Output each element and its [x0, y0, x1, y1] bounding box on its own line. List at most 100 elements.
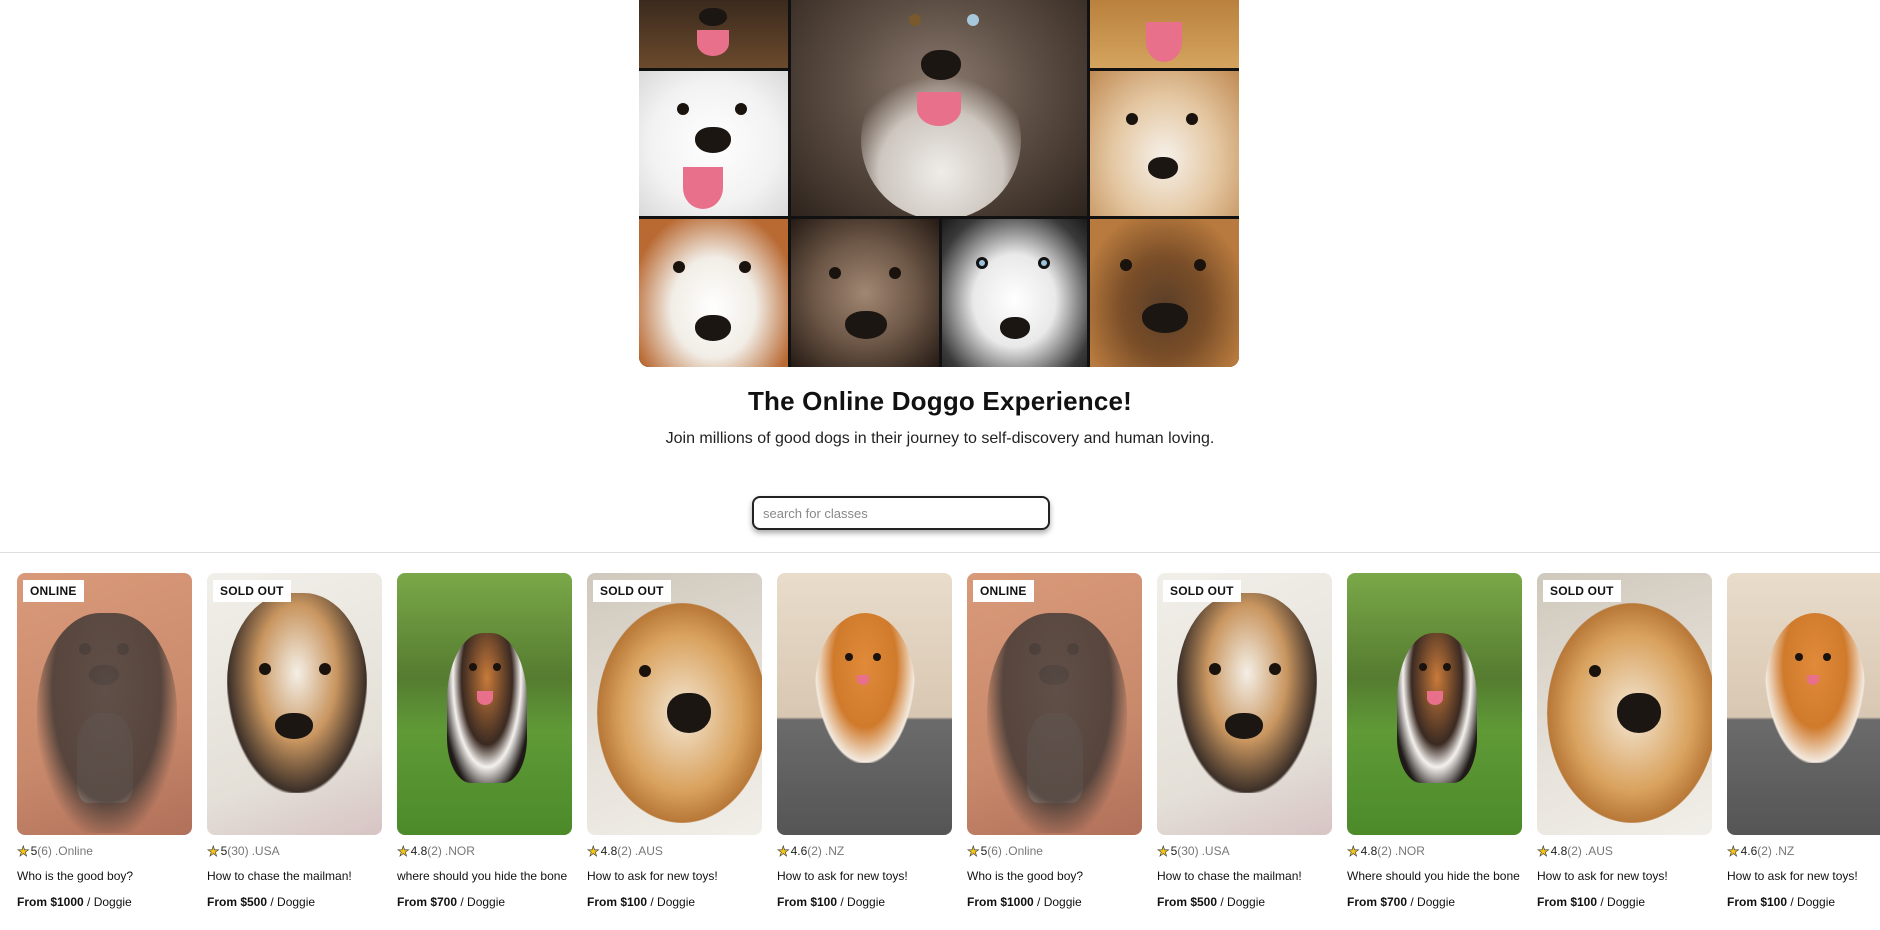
class-card[interactable]: ONLINE ★ 5 (6) .Online Who is the good b…: [967, 573, 1142, 909]
card-title[interactable]: Who is the good boy?: [967, 869, 1142, 884]
card-location: .NZ: [824, 844, 845, 858]
price-value: From $100: [587, 895, 648, 909]
price-unit: / Doggie: [1787, 895, 1836, 909]
card-title[interactable]: Who is the good boy?: [17, 869, 192, 884]
card-rating: ★ 4.6 (2) .NZ: [777, 842, 952, 859]
rating-value: 5: [30, 844, 38, 858]
dog-photo: [639, 219, 788, 367]
card-photo[interactable]: SOLD OUT: [1157, 573, 1332, 835]
card-title[interactable]: How to ask for new toys!: [587, 869, 762, 884]
card-location: .NOR: [1394, 844, 1425, 858]
price-value: From $500: [207, 895, 268, 909]
card-title[interactable]: Where should you hide the bone: [1347, 869, 1522, 884]
card-rating: ★ 4.8 (2) .NOR: [1347, 842, 1522, 859]
card-price: From $700 / Doggie: [397, 895, 572, 909]
price-unit: / Doggie: [1597, 895, 1646, 909]
dog-photo: [1090, 219, 1239, 367]
price-unit: / Doggie: [837, 895, 886, 909]
card-price: From $700 / Doggie: [1347, 895, 1522, 909]
star-icon: ★: [587, 842, 600, 859]
class-card-list: ONLINE ★ 5 (6) .Online Who is the good b…: [17, 573, 1880, 930]
card-title[interactable]: How to ask for new toys!: [1727, 869, 1880, 884]
card-title[interactable]: How to ask for new toys!: [1537, 869, 1712, 884]
class-card[interactable]: SOLD OUT ★ 5 (30) .USA How to chase the …: [1157, 573, 1332, 909]
class-card[interactable]: SOLD OUT ★ 4.8 (2) .AUS How to ask for n…: [1537, 573, 1712, 909]
rating-value: 4.6: [790, 844, 808, 858]
class-card[interactable]: ONLINE ★ 5 (6) .Online Who is the good b…: [17, 573, 192, 909]
card-rating: ★ 5 (30) .USA: [1157, 842, 1332, 859]
price-value: From $100: [1537, 895, 1598, 909]
search-input[interactable]: [752, 496, 1050, 530]
dog-photo: [639, 71, 788, 216]
review-count: (2): [1567, 844, 1582, 858]
card-photo[interactable]: SOLD OUT: [207, 573, 382, 835]
review-count: (30): [227, 844, 249, 858]
class-card[interactable]: SOLD OUT ★ 5 (30) .USA How to chase the …: [207, 573, 382, 909]
status-badge: ONLINE: [23, 580, 84, 602]
rating-value: 4.8: [410, 844, 428, 858]
class-card[interactable]: ★ 4.6 (2) .NZ How to ask for new toys! F…: [1727, 573, 1880, 909]
dog-photo: [1090, 71, 1239, 216]
status-badge: SOLD OUT: [1163, 580, 1241, 602]
price-value: From $500: [1157, 895, 1218, 909]
card-title[interactable]: where should you hide the bone: [397, 869, 572, 884]
card-photo[interactable]: [397, 573, 572, 835]
card-price: From $1000 / Doggie: [17, 895, 192, 909]
card-location: .AUS: [634, 844, 663, 858]
card-price: From $500 / Doggie: [207, 895, 382, 909]
card-rating: ★ 4.8 (2) .NOR: [397, 842, 572, 859]
card-price: From $1000 / Doggie: [967, 895, 1142, 909]
rating-value: 5: [220, 844, 228, 858]
status-badge: SOLD OUT: [1543, 580, 1621, 602]
class-card[interactable]: ★ 4.6 (2) .NZ How to ask for new toys! F…: [777, 573, 952, 909]
card-rating: ★ 4.8 (2) .AUS: [1537, 842, 1712, 859]
class-card[interactable]: SOLD OUT ★ 4.8 (2) .AUS How to ask for n…: [587, 573, 762, 909]
rating-value: 5: [980, 844, 988, 858]
price-value: From $100: [777, 895, 838, 909]
card-location: .NZ: [1774, 844, 1795, 858]
status-badge: ONLINE: [973, 580, 1034, 602]
price-value: From $100: [1727, 895, 1788, 909]
card-rating: ★ 5 (6) .Online: [967, 842, 1142, 859]
card-photo[interactable]: SOLD OUT: [587, 573, 762, 835]
card-photo[interactable]: ONLINE: [967, 573, 1142, 835]
card-photo[interactable]: SOLD OUT: [1537, 573, 1712, 835]
price-unit: / Doggie: [83, 895, 132, 909]
star-icon: ★: [1537, 842, 1550, 859]
card-location: .AUS: [1584, 844, 1613, 858]
card-location: .Online: [1004, 844, 1043, 858]
class-card[interactable]: ★ 4.8 (2) .NOR where should you hide the…: [397, 573, 572, 909]
price-value: From $1000: [967, 895, 1034, 909]
card-photo[interactable]: [777, 573, 952, 835]
review-count: (30): [1177, 844, 1199, 858]
class-card[interactable]: ★ 4.8 (2) .NOR Where should you hide the…: [1347, 573, 1522, 909]
divider: [0, 552, 1880, 553]
card-title[interactable]: How to chase the mailman!: [1157, 869, 1332, 884]
rating-value: 4.8: [1550, 844, 1568, 858]
star-icon: ★: [207, 842, 220, 859]
status-badge: SOLD OUT: [593, 580, 671, 602]
hero-collage: [639, 0, 1239, 367]
price-unit: / Doggie: [267, 895, 316, 909]
dog-photo: [791, 219, 939, 367]
star-icon: ★: [1727, 842, 1740, 859]
card-title[interactable]: How to ask for new toys!: [777, 869, 952, 884]
price-value: From $1000: [17, 895, 84, 909]
dog-photo: [639, 0, 788, 68]
card-photo[interactable]: [1347, 573, 1522, 835]
rating-value: 5: [1170, 844, 1178, 858]
rating-value: 4.6: [1740, 844, 1758, 858]
star-icon: ★: [17, 842, 30, 859]
price-unit: / Doggie: [1407, 895, 1456, 909]
page-subtitle: Join millions of good dogs in their jour…: [665, 430, 1215, 447]
card-photo[interactable]: ONLINE: [17, 573, 192, 835]
star-icon: ★: [777, 842, 790, 859]
star-icon: ★: [1347, 842, 1360, 859]
price-unit: / Doggie: [1033, 895, 1082, 909]
review-count: (2): [427, 844, 442, 858]
dog-photo: [791, 0, 1087, 216]
card-title[interactable]: How to chase the mailman!: [207, 869, 382, 884]
card-photo[interactable]: [1727, 573, 1880, 835]
card-location: .USA: [1201, 844, 1230, 858]
card-rating: ★ 4.8 (2) .AUS: [587, 842, 762, 859]
